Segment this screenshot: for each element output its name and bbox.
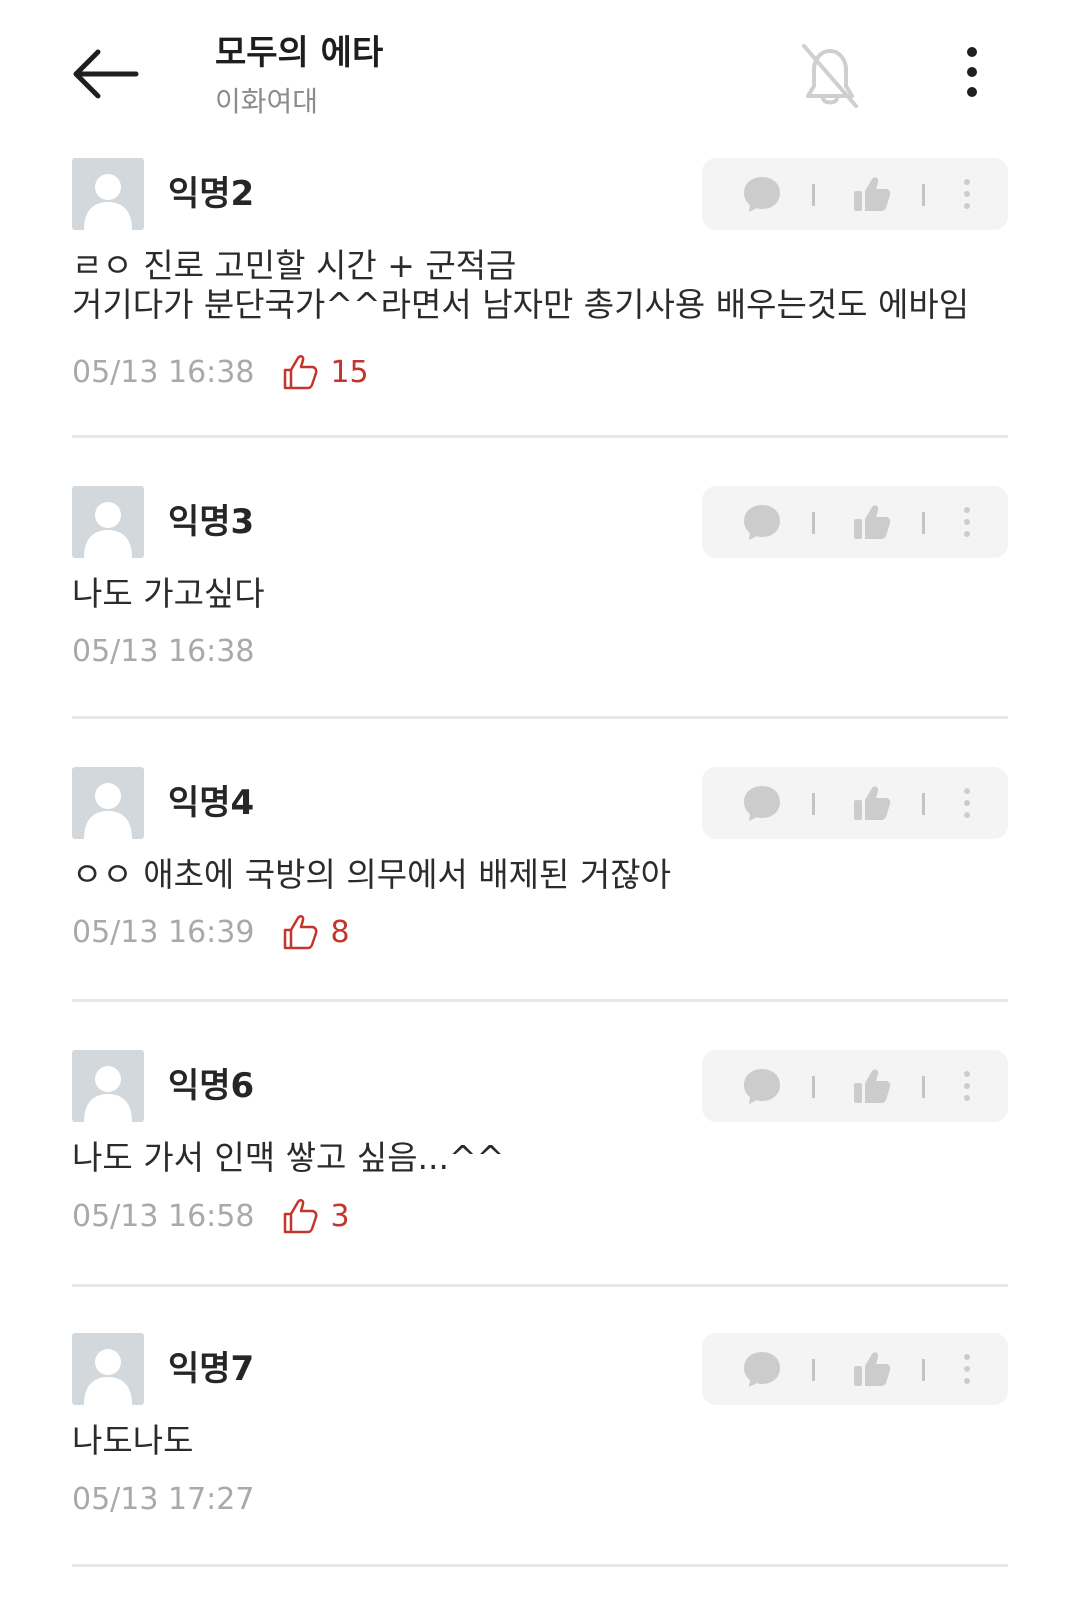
action-divider	[922, 1359, 925, 1381]
action-divider	[922, 793, 925, 815]
author-name: 익명4	[168, 783, 255, 823]
like-button[interactable]	[832, 767, 912, 839]
comment-meta: 05/13 16:39 8	[72, 912, 350, 952]
more-vertical-icon	[967, 47, 977, 97]
speech-bubble-icon	[744, 177, 780, 212]
avatar	[72, 158, 144, 230]
comment-meta: 05/13 17:27	[72, 1479, 254, 1519]
thumbs-up-icon	[854, 505, 891, 539]
author-name: 익명3	[168, 502, 255, 542]
comment-text: 나도나도	[72, 1421, 194, 1460]
comment-divider	[72, 435, 1008, 438]
more-dots-icon	[964, 179, 970, 209]
action-divider	[812, 793, 815, 815]
comment-timestamp: 05/13 16:58	[72, 1198, 255, 1234]
comment-timestamp: 05/13 17:27	[72, 1481, 255, 1517]
avatar-placeholder-icon	[84, 174, 132, 230]
speech-bubble-icon	[744, 786, 780, 821]
comment-meta: 05/13 16:38	[72, 631, 254, 671]
comment-text: ㅇㅇ 애초에 국방의 의무에서 배제된 거잖아	[72, 855, 671, 894]
comment-actions	[702, 1050, 1008, 1122]
board-title-group: 모두의 에타 이화여대	[215, 30, 383, 122]
comment-text: ㄹㅇ 진로 고민할 시간 + 군적금 거기다가 분단국가^^라면서 남자만 총기…	[72, 246, 970, 324]
bell-off-icon	[802, 44, 858, 108]
top-bar: 모두의 에타 이화여대	[0, 0, 1080, 140]
like-button[interactable]	[832, 1333, 912, 1405]
comment-actions	[702, 1333, 1008, 1405]
thumbs-up-outline-icon	[284, 1199, 318, 1234]
more-options-button[interactable]	[950, 40, 994, 112]
avatar-placeholder-icon	[84, 783, 132, 839]
avatar-placeholder-icon	[84, 1066, 132, 1122]
thumbs-up-outline-icon	[284, 915, 318, 950]
avatar	[72, 767, 144, 839]
action-divider	[812, 1359, 815, 1381]
comment-text: 나도 가고싶다	[72, 574, 265, 613]
avatar	[72, 1050, 144, 1122]
comment-meta: 05/13 16:58 3	[72, 1196, 350, 1236]
like-button[interactable]	[832, 1050, 912, 1122]
comment-actions	[702, 158, 1008, 230]
more-dots-icon	[964, 1354, 970, 1384]
reply-button[interactable]	[722, 767, 802, 839]
action-divider	[922, 512, 925, 534]
action-divider	[812, 1076, 815, 1098]
thumbs-up-icon	[854, 1352, 891, 1386]
like-indicator: 8	[280, 912, 350, 952]
back-button[interactable]	[70, 38, 142, 110]
action-divider	[812, 512, 815, 534]
action-divider	[812, 184, 815, 206]
author-name: 익명2	[168, 174, 255, 214]
avatar	[72, 1333, 144, 1405]
board-title: 모두의 에타	[215, 33, 384, 73]
like-count: 8	[330, 914, 350, 950]
avatar	[72, 486, 144, 558]
like-button[interactable]	[832, 158, 912, 230]
reply-button[interactable]	[722, 1333, 802, 1405]
more-dots-icon	[964, 507, 970, 537]
more-dots-icon	[964, 788, 970, 818]
comment-more-button[interactable]	[942, 767, 992, 839]
like-indicator: 15	[280, 352, 369, 392]
comment-actions	[702, 767, 1008, 839]
comment-divider	[72, 1564, 1008, 1567]
comment-divider	[72, 999, 1008, 1002]
comment-more-button[interactable]	[942, 158, 992, 230]
reply-button[interactable]	[722, 1050, 802, 1122]
comment-more-button[interactable]	[942, 1333, 992, 1405]
action-divider	[922, 1076, 925, 1098]
board-subtitle: 이화여대	[215, 85, 319, 118]
speech-bubble-icon	[744, 1069, 780, 1104]
more-dots-icon	[964, 1071, 970, 1101]
like-count: 15	[330, 354, 369, 390]
author-name: 익명7	[168, 1349, 255, 1389]
reply-button[interactable]	[722, 158, 802, 230]
comment-timestamp: 05/13 16:38	[72, 354, 255, 390]
speech-bubble-icon	[744, 505, 780, 540]
thumbs-up-icon	[854, 1069, 891, 1103]
speech-bubble-icon	[744, 1352, 780, 1387]
thumbs-up-outline-icon	[284, 355, 318, 390]
reply-button[interactable]	[722, 486, 802, 558]
like-count: 3	[330, 1198, 350, 1234]
avatar-placeholder-icon	[84, 502, 132, 558]
comment-more-button[interactable]	[942, 486, 992, 558]
thumbs-up-icon	[854, 786, 891, 820]
comment-actions	[702, 486, 1008, 558]
notification-toggle-button[interactable]	[790, 36, 870, 116]
comment-text: 나도 가서 인맥 쌓고 싶음...^^	[72, 1138, 505, 1177]
comment-meta: 05/13 16:38 15	[72, 352, 369, 392]
comment-divider	[72, 716, 1008, 719]
comment-timestamp: 05/13 16:38	[72, 633, 255, 669]
comment-divider	[72, 1284, 1008, 1287]
action-divider	[922, 184, 925, 206]
back-arrow-icon	[73, 49, 139, 99]
avatar-placeholder-icon	[84, 1349, 132, 1405]
comment-more-button[interactable]	[942, 1050, 992, 1122]
author-name: 익명6	[168, 1066, 255, 1106]
comment-timestamp: 05/13 16:39	[72, 914, 255, 950]
like-indicator: 3	[280, 1196, 350, 1236]
thumbs-up-icon	[854, 177, 891, 211]
like-button[interactable]	[832, 486, 912, 558]
